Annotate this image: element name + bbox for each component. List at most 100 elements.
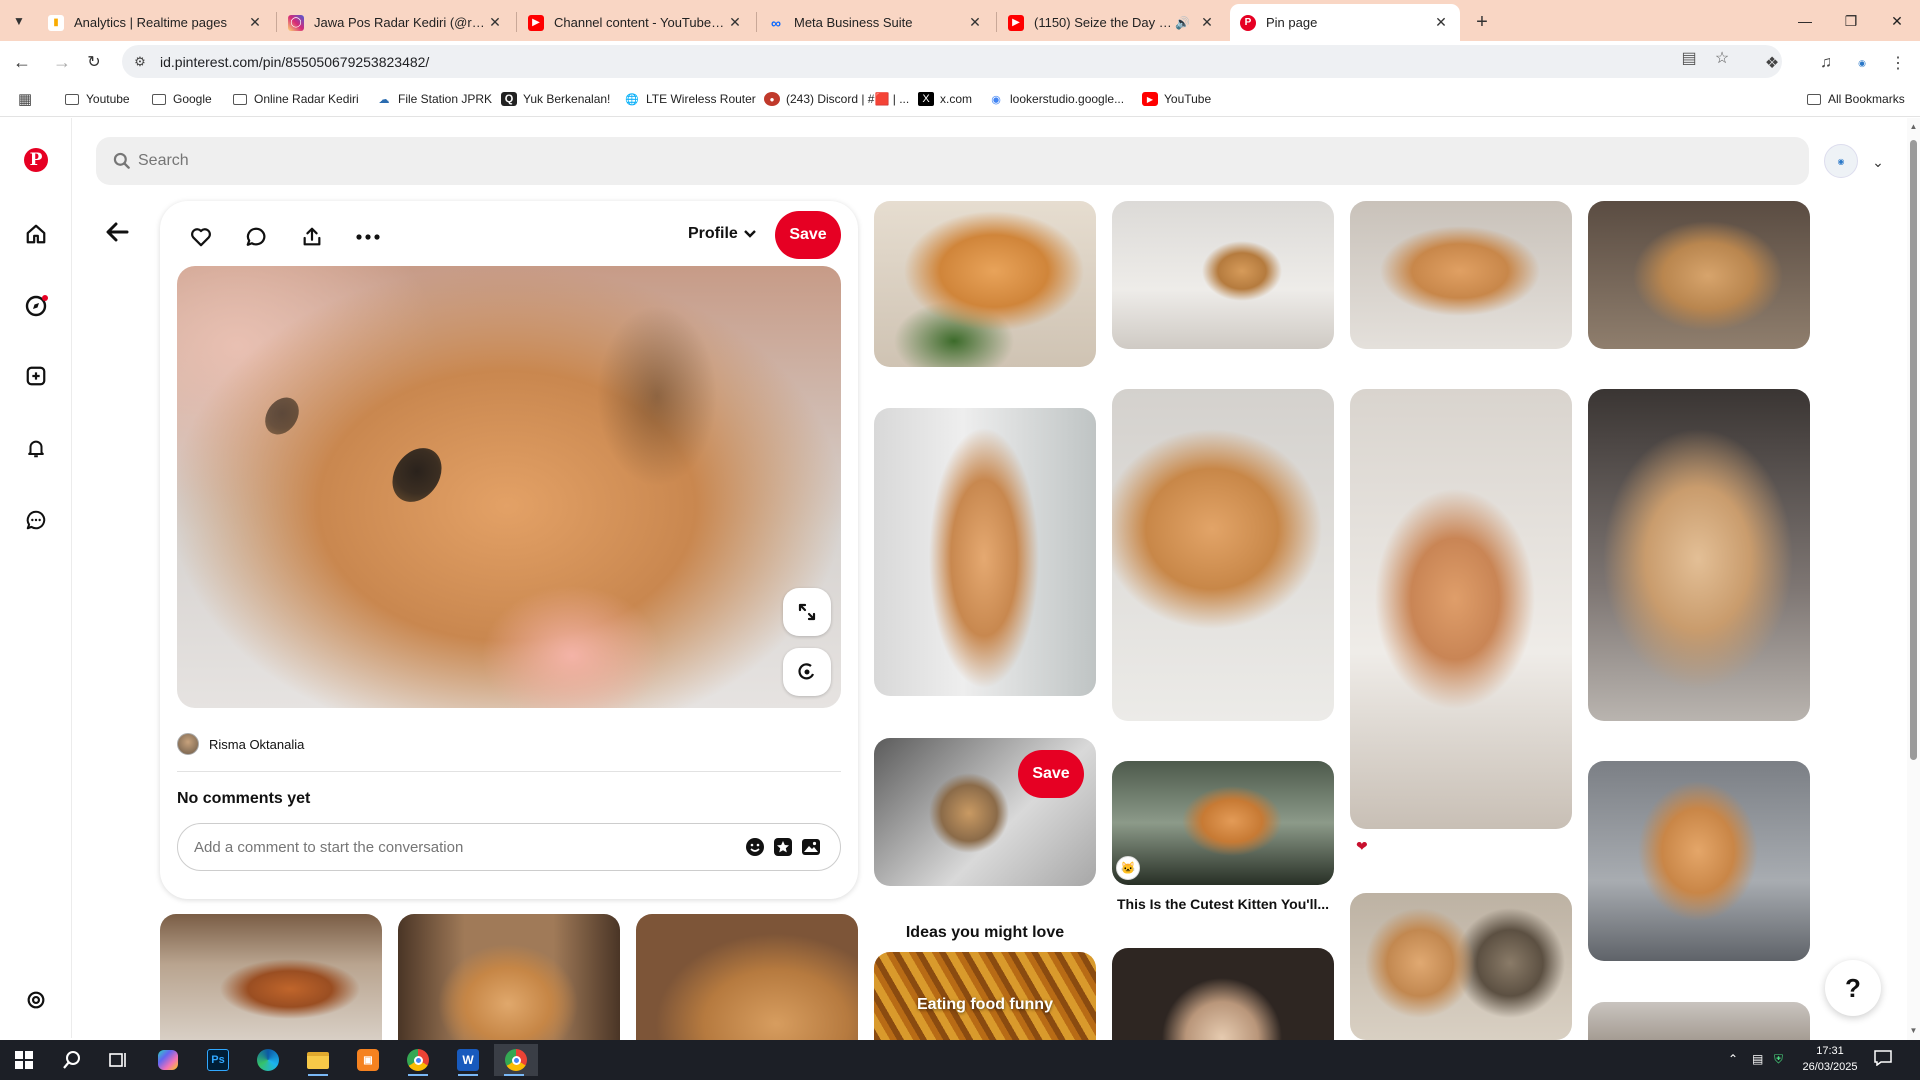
pin-thumbnail[interactable] (1350, 893, 1572, 1040)
pin-thumbnail[interactable] (1112, 389, 1334, 721)
app-icon[interactable]: ▣ (348, 1044, 388, 1076)
copilot-icon[interactable] (148, 1044, 188, 1076)
bookmark-online-radar-kediri[interactable]: Online Radar Kediri (232, 89, 359, 109)
tray-overflow-chevron-icon[interactable]: ⌃ (1728, 1052, 1738, 1066)
scrollbar-thumb[interactable] (1910, 140, 1917, 760)
pin-thumbnail[interactable] (1112, 761, 1334, 885)
bookmark-lte-router[interactable]: 🌐 LTE Wireless Router (624, 89, 756, 109)
chrome-icon[interactable] (398, 1044, 438, 1076)
search-icon[interactable] (52, 1044, 92, 1076)
pin-thumbnail[interactable] (1588, 201, 1810, 349)
bookmark-youtube[interactable]: ▶ YouTube (1142, 89, 1211, 109)
bookmark-file-station[interactable]: ☁ File Station JPRK (376, 89, 493, 109)
file-explorer-icon[interactable] (298, 1044, 338, 1076)
bookmark-youtube-folder[interactable]: Youtube (64, 89, 130, 109)
bookmark-x[interactable]: X x.com (918, 89, 972, 109)
pinterest-logo-icon[interactable]: P (22, 146, 50, 174)
explore-icon[interactable] (22, 292, 50, 320)
menu-dots-icon[interactable]: ⋮ (1884, 49, 1912, 77)
pin-thumbnail[interactable] (636, 914, 858, 1040)
chevron-down-icon[interactable]: ⌄ (1868, 152, 1888, 172)
pin-thumbnail[interactable] (1112, 948, 1334, 1040)
notifications-icon[interactable] (1874, 1050, 1896, 1070)
back-button[interactable] (100, 215, 134, 249)
close-window-button[interactable]: ✕ (1874, 4, 1920, 38)
all-bookmarks[interactable]: All Bookmarks (1806, 89, 1905, 109)
tab-analytics[interactable]: ▮ Analytics | Realtime pages ✕ (38, 4, 274, 41)
pin-thumbnail[interactable] (874, 201, 1096, 367)
pin-thumbnail[interactable] (1112, 201, 1334, 349)
task-view-icon[interactable] (98, 1044, 138, 1076)
chrome-active-icon[interactable] (494, 1044, 538, 1076)
tab-search-button[interactable]: ▼ (6, 8, 32, 34)
forward-arrow-icon[interactable]: → (48, 49, 76, 75)
creator-avatar[interactable]: 🐱 (1116, 856, 1140, 880)
react-heart-button[interactable] (183, 219, 219, 255)
close-icon[interactable]: ✕ (1198, 14, 1216, 31)
visual-search-button[interactable] (783, 648, 831, 696)
minimize-button[interactable]: — (1782, 4, 1828, 38)
reload-icon[interactable]: ↻ (80, 49, 108, 75)
create-icon[interactable] (22, 362, 50, 390)
pin-thumbnail[interactable] (1588, 389, 1810, 721)
close-icon[interactable]: ✕ (726, 14, 744, 31)
close-icon[interactable]: ✕ (966, 14, 984, 31)
pin-thumbnail[interactable] (874, 408, 1096, 696)
network-icon[interactable]: ▤ (1752, 1052, 1763, 1066)
search-input[interactable] (138, 152, 1638, 170)
address-bar[interactable]: ⚙ id.pinterest.com/pin/85505067925382348… (122, 45, 1782, 78)
bookmark-star-icon[interactable]: ☆ (1709, 45, 1735, 71)
start-windows-icon[interactable] (4, 1044, 44, 1076)
save-button[interactable]: Save (775, 211, 841, 259)
bookmark-lookerstudio[interactable]: ◉ lookerstudio.google... (988, 89, 1124, 109)
messages-icon[interactable] (22, 506, 50, 534)
more-options-button[interactable] (350, 219, 386, 255)
url-text[interactable]: id.pinterest.com/pin/855050679253823482/ (160, 54, 429, 70)
search-bar[interactable] (96, 137, 1809, 185)
emoji-icon[interactable] (744, 836, 766, 858)
extensions-icon[interactable]: ❖ (1758, 49, 1786, 77)
author-name[interactable]: Risma Oktanalia (209, 737, 304, 752)
comment-button[interactable] (238, 219, 274, 255)
close-icon[interactable]: ✕ (1432, 14, 1450, 31)
board-profile-dropdown[interactable]: Profile (688, 225, 756, 243)
scroll-down-arrow-icon[interactable]: ▼ (1909, 1026, 1918, 1035)
close-icon[interactable]: ✕ (246, 14, 264, 31)
speaker-icon[interactable]: 🔊 (1175, 16, 1190, 30)
settings-gear-icon[interactable] (22, 986, 50, 1014)
word-icon[interactable]: W (448, 1044, 488, 1076)
pin-author[interactable]: Risma Oktanalia (177, 733, 304, 755)
pin-thumbnail[interactable] (398, 914, 620, 1040)
tab-youtube-video[interactable]: ▶ (1150) Seize the Day - YouTube 🔊 ✕ (998, 4, 1226, 41)
media-controls-icon[interactable]: ♫ (1812, 49, 1840, 77)
share-button[interactable] (294, 219, 330, 255)
security-shield-icon[interactable]: ⛨ (1774, 1052, 1783, 1067)
help-button[interactable]: ? (1825, 960, 1881, 1016)
profile-avatar-icon[interactable]: ◉ (1848, 49, 1876, 77)
back-arrow-icon[interactable]: ← (8, 49, 36, 75)
new-tab-button[interactable]: + (1468, 8, 1496, 36)
comment-input[interactable]: Add a comment to start the conversation (177, 823, 841, 871)
page-scrollbar[interactable]: ▲ ▼ (1907, 118, 1920, 1040)
tab-youtube-studio[interactable]: ▶ Channel content - YouTube Studio ✕ (518, 4, 754, 41)
tab-instagram[interactable]: ◯ Jawa Pos Radar Kediri (@radarkediri) ✕ (278, 4, 514, 41)
notifications-bell-icon[interactable] (22, 434, 50, 462)
scroll-up-arrow-icon[interactable]: ▲ (1909, 122, 1918, 131)
bookmark-google-folder[interactable]: Google (151, 89, 212, 109)
pin-thumbnail[interactable] (1350, 389, 1572, 829)
image-upload-icon[interactable] (800, 836, 822, 858)
bookmark-discord[interactable]: ● (243) Discord | #🟥 | ... (764, 89, 909, 109)
site-info-icon[interactable]: ⚙ (130, 54, 150, 70)
pin-image-cat[interactable] (177, 266, 841, 708)
edge-icon[interactable] (248, 1044, 288, 1076)
expand-image-button[interactable] (783, 588, 831, 636)
pin-caption[interactable]: This Is the Cutest Kitten You'll... (1117, 896, 1329, 912)
tile-save-button[interactable]: Save (1018, 750, 1084, 798)
idea-card[interactable]: Eating food funny (874, 952, 1096, 1040)
install-app-icon[interactable]: ▤ (1676, 45, 1702, 71)
avatar[interactable] (177, 733, 199, 755)
photoshop-icon[interactable]: Ps (198, 1044, 238, 1076)
account-avatar[interactable]: ◉ (1824, 144, 1858, 178)
pin-thumbnail[interactable] (1588, 1002, 1810, 1040)
tab-pin-page[interactable]: P Pin page ✕ (1230, 4, 1460, 41)
